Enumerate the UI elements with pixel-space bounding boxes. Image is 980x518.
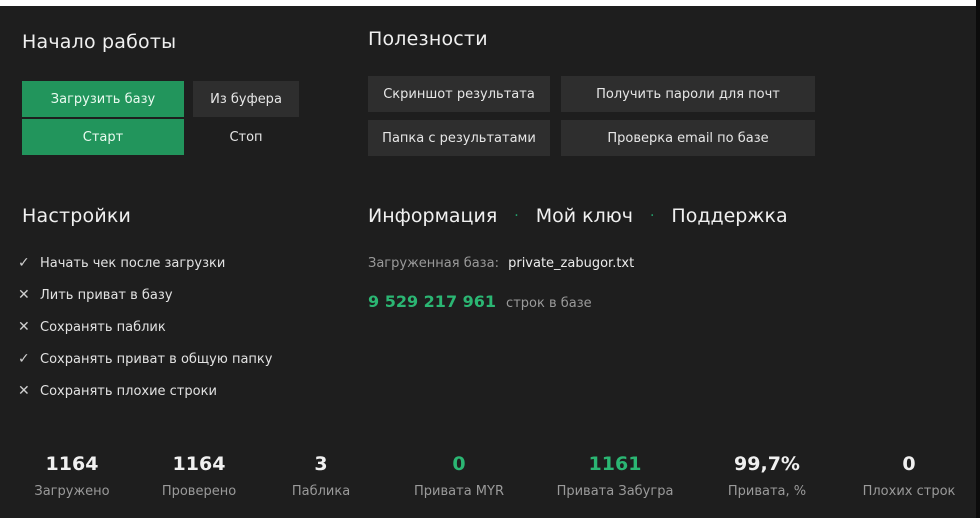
stat-label: Паблика: [291, 484, 351, 499]
stat-label: Привата Забугра: [556, 484, 674, 499]
separator-dot: ·: [514, 208, 519, 224]
check-icon: ✓: [18, 255, 30, 271]
option-save-private-common-folder[interactable]: ✓ Сохранять приват в общую папку: [18, 351, 272, 367]
option-label: Лить приват в базу: [40, 287, 173, 303]
separator-dot: ·: [649, 208, 655, 224]
stat-label: Плохих строк: [862, 484, 956, 499]
option-start-check-after-load[interactable]: ✓ Начать чек после загрузки: [18, 255, 225, 271]
utilities-title: Полезности: [368, 28, 488, 50]
results-folder-button[interactable]: Папка с результатами: [368, 120, 550, 156]
stat-private-percent: 99,7% Привата, %: [712, 453, 822, 499]
stat-private-myr: 0 Привата MYR: [396, 453, 522, 499]
stat-checked: 1164 Проверено: [149, 453, 249, 499]
tab-information[interactable]: Информация: [368, 205, 497, 227]
info-tabs: Информация · Мой ключ · Поддержка: [368, 205, 788, 227]
loaded-base-label: Загруженная база:: [368, 256, 499, 271]
settings-title: Настройки: [22, 205, 132, 227]
option-save-public[interactable]: ✕ Сохранять паблик: [18, 319, 166, 335]
stat-bad-lines: 0 Плохих строк: [852, 453, 966, 499]
stat-public: 3 Паблика: [278, 453, 364, 499]
loaded-base-filename: private_zabugor.txt: [508, 256, 635, 271]
cross-icon: ✕: [18, 383, 30, 399]
stat-loaded: 1164 Загружено: [22, 453, 122, 499]
rows-count-value: 9 529 217 961: [368, 292, 497, 311]
option-push-private-to-base[interactable]: ✕ Лить приват в базу: [18, 287, 173, 303]
stat-value: 1164: [172, 453, 226, 475]
option-label: Сохранять паблик: [40, 319, 166, 335]
cross-icon: ✕: [18, 319, 30, 335]
stat-label: Загружено: [34, 484, 110, 499]
start-section-title: Начало работы: [22, 31, 177, 53]
tab-my-key[interactable]: Мой ключ: [536, 205, 633, 227]
stat-label: Привата MYR: [414, 484, 504, 499]
stat-private-abroad: 1161 Привата Забугра: [548, 453, 682, 499]
start-button[interactable]: Старт: [22, 119, 184, 155]
tab-support[interactable]: Поддержка: [671, 205, 787, 227]
stat-value: 3: [314, 453, 328, 475]
option-save-bad-lines[interactable]: ✕ Сохранять плохие строки: [18, 383, 217, 399]
cross-icon: ✕: [18, 287, 30, 303]
option-label: Сохранять приват в общую папку: [40, 351, 273, 367]
load-base-button[interactable]: Загрузить базу: [22, 81, 184, 117]
screenshot-result-button[interactable]: Скриншот результата: [368, 76, 550, 112]
loaded-base-row: Загруженная база: private_zabugor.txt: [368, 256, 634, 271]
stop-button[interactable]: Стоп: [193, 119, 299, 155]
app-window: Начало работы Загрузить базу Из буфера С…: [0, 6, 976, 518]
rows-count-row: 9 529 217 961 строк в базе: [368, 292, 592, 311]
stat-value: 99,7%: [734, 453, 800, 475]
window-edge: [976, 0, 980, 518]
stat-label: Проверено: [161, 484, 237, 499]
check-email-button[interactable]: Проверка email по базе: [561, 120, 815, 156]
option-label: Сохранять плохие строки: [40, 383, 217, 399]
stat-value: 1161: [588, 453, 642, 475]
rows-count-label: строк в базе: [506, 296, 592, 311]
from-buffer-button[interactable]: Из буфера: [193, 81, 299, 117]
stat-value: 0: [452, 453, 466, 475]
stat-value: 0: [902, 453, 916, 475]
option-label: Начать чек после загрузки: [40, 255, 226, 271]
stat-label: Привата, %: [727, 484, 807, 499]
check-icon: ✓: [18, 351, 30, 367]
stat-value: 1164: [45, 453, 99, 475]
get-passwords-button[interactable]: Получить пароли для почт: [561, 76, 815, 112]
